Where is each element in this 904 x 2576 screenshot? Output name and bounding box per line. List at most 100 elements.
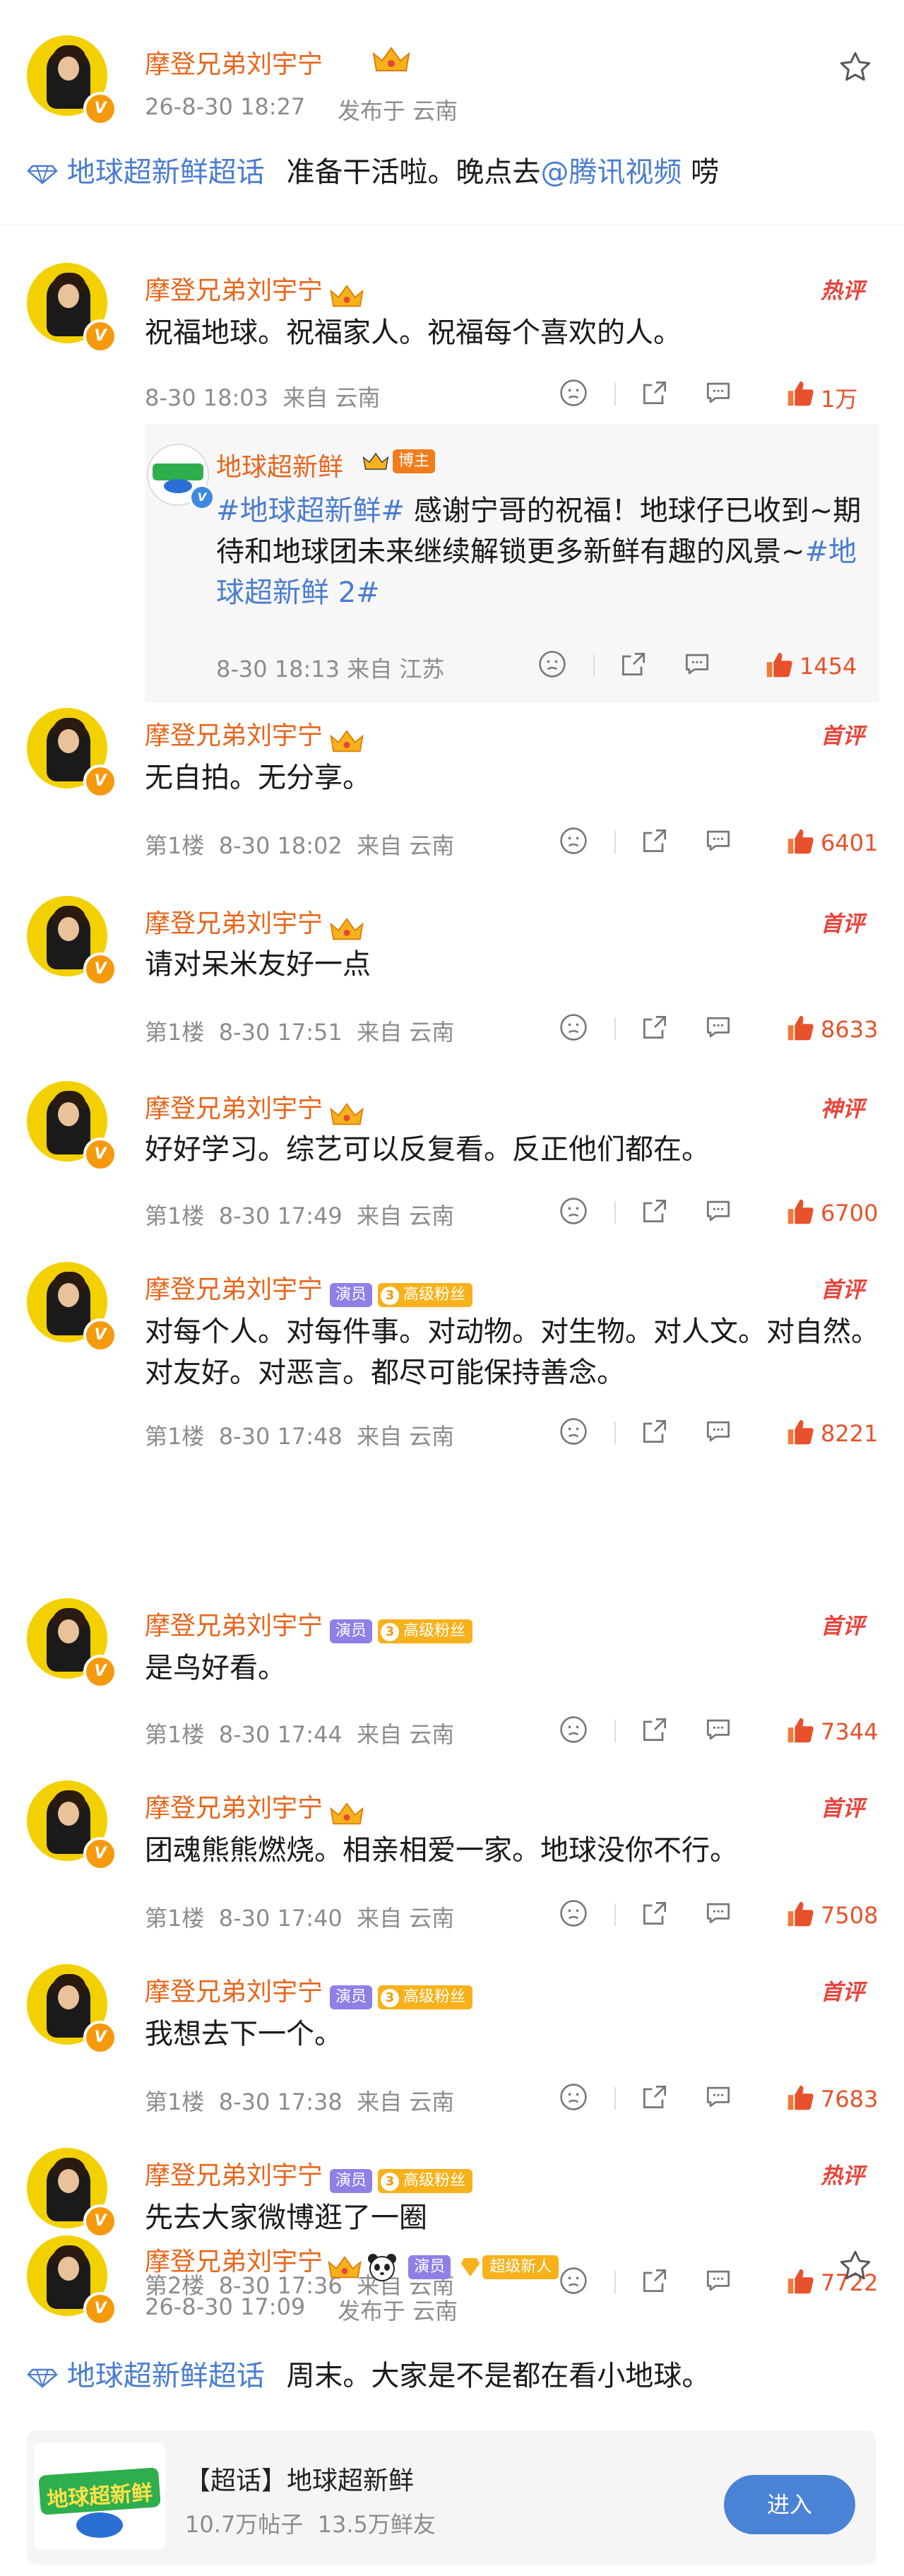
like-count: 8221 — [821, 1420, 879, 1447]
share-icon[interactable] — [639, 2265, 670, 2299]
reply-comment-icon[interactable] — [703, 1714, 734, 1748]
like-icon[interactable] — [784, 377, 816, 413]
commenter-name[interactable]: 摩登兄弟刘宇宁 — [145, 2161, 323, 2190]
comment-badge: 首评 — [821, 911, 864, 937]
share-icon[interactable] — [639, 1714, 670, 1748]
enter-button[interactable]: 进入 — [724, 2475, 855, 2534]
star-favorite-icon[interactable] — [838, 2248, 873, 2283]
like-icon[interactable] — [784, 1714, 816, 1749]
like-icon[interactable] — [784, 825, 816, 861]
verified-badge-icon: V — [83, 2292, 117, 2326]
supertopic-link[interactable]: 地球超新鲜超话 — [67, 2360, 265, 2392]
commenter-name[interactable]: 摩登兄弟刘宇宁 — [145, 1612, 323, 1641]
reply-comment-icon[interactable] — [682, 649, 713, 683]
share-icon[interactable] — [639, 1416, 670, 1450]
action-separator — [614, 1422, 616, 1444]
comment-text: 好好学习。综艺可以反复看。反正他们都在。 — [145, 1133, 710, 1166]
action-separator — [614, 2087, 616, 2110]
dislike-icon[interactable] — [558, 377, 589, 411]
like-count: 8633 — [821, 1016, 879, 1043]
commenter-name[interactable]: 摩登兄弟刘宇宁 — [145, 1978, 323, 2007]
supertopic-link[interactable]: 地球超新鲜超话 — [67, 156, 265, 189]
crown-icon — [330, 729, 364, 752]
commenter-name[interactable]: 摩登兄弟刘宇宁 — [145, 1094, 323, 1123]
share-icon[interactable] — [639, 825, 670, 859]
mention-link[interactable]: @腾讯视频 — [540, 156, 682, 189]
commenter-header: 摩登兄弟刘宇宁 演员 3 高级粉丝 — [145, 1971, 473, 2009]
fan-level-chip: 3 高级粉丝 — [378, 1619, 473, 1643]
share-icon[interactable] — [639, 377, 670, 411]
dislike-icon[interactable] — [558, 1416, 589, 1450]
reply-meta: 8-30 18:13 来自 江苏 — [216, 656, 445, 683]
reply-comment-icon[interactable] — [703, 1012, 734, 1046]
crown-icon — [330, 917, 364, 940]
like-count: 6700 — [821, 1200, 879, 1227]
post-body: 地球超新鲜超话 周末。大家是不是都在看小地球。 — [27, 2356, 881, 2397]
fan-level-label: 高级粉丝 — [403, 1285, 466, 1304]
commenter-name[interactable]: 摩登兄弟刘宇宁 — [145, 1794, 323, 1823]
dislike-icon[interactable] — [558, 2265, 589, 2299]
host-name[interactable]: 地球超新鲜 — [216, 447, 343, 483]
like-icon[interactable] — [784, 1898, 816, 1933]
fan-level-number: 3 — [381, 1286, 400, 1305]
reply-comment-icon[interactable] — [703, 2265, 734, 2299]
comment-meta: 第1楼 8-30 17:48 来自 云南 — [145, 1423, 455, 1450]
like-icon[interactable] — [784, 2081, 816, 2117]
action-separator — [614, 2271, 616, 2293]
like-icon[interactable] — [763, 649, 795, 684]
comment-text: 我想去下一个。 — [145, 2018, 343, 2050]
share-icon[interactable] — [639, 2081, 670, 2115]
dislike-icon[interactable] — [537, 649, 568, 683]
verified-badge-icon: V — [83, 1837, 117, 1871]
fan-level-chip: 3 高级粉丝 — [378, 1282, 473, 1307]
like-icon[interactable] — [784, 2265, 816, 2300]
author-name[interactable]: 摩登兄弟刘宇宁 — [145, 2247, 323, 2276]
dislike-icon[interactable] — [558, 1898, 589, 1932]
reply-comment-icon[interactable] — [703, 1195, 734, 1229]
action-separator — [614, 1201, 616, 1224]
commenter-name[interactable]: 摩登兄弟刘宇宁 — [145, 276, 323, 305]
post-location: 发布于 云南 — [338, 2298, 458, 2324]
crown-icon — [372, 47, 410, 71]
reply-comment-icon[interactable] — [703, 1898, 734, 1932]
commenter-header: 摩登兄弟刘宇宁 — [145, 1788, 365, 1826]
like-count: 7344 — [821, 1718, 879, 1745]
comment-badge: 首评 — [821, 723, 864, 749]
dislike-icon[interactable] — [558, 825, 589, 859]
like-icon[interactable] — [784, 1012, 816, 1047]
reply-comment-icon[interactable] — [703, 2081, 734, 2115]
share-icon[interactable] — [639, 1012, 670, 1046]
comment-text: 祝福地球。祝福家人。祝福每个喜欢的人。 — [145, 317, 682, 349]
fan-level-number: 3 — [381, 2172, 400, 2191]
actor-chip: 演员 — [408, 2255, 451, 2279]
reply-body: #地球超新鲜# 感谢宁哥的祝福！地球仔已收到~期待和地球团未来继续解锁更多新鲜有… — [216, 490, 873, 613]
commenter-name[interactable]: 摩登兄弟刘宇宁 — [145, 721, 323, 750]
author-name[interactable]: 摩登兄弟刘宇宁 — [145, 44, 323, 81]
verified-badge-icon: V — [83, 92, 117, 126]
host-verified-icon: V — [189, 485, 215, 510]
like-icon[interactable] — [784, 1416, 816, 1451]
reply-tag-1[interactable]: #地球超新鲜# — [216, 495, 405, 527]
share-icon[interactable] — [618, 649, 649, 683]
share-icon[interactable] — [639, 1195, 670, 1229]
action-separator — [614, 1017, 616, 1040]
dislike-icon[interactable] — [558, 1714, 589, 1748]
reply-comment-icon[interactable] — [703, 825, 734, 859]
dislike-icon[interactable] — [558, 2081, 589, 2115]
reply-comment-icon[interactable] — [703, 377, 734, 411]
comment-text: 对每个人。对每件事。对动物。对生物。对人文。对自然。对友好。对恶言。都尽可能保持… — [145, 1316, 879, 1389]
star-favorite-icon[interactable] — [838, 49, 873, 85]
post-body: 地球超新鲜超话 准备干活啦。晚点去@腾讯视频 唠 — [27, 152, 881, 193]
reply-comment-icon[interactable] — [703, 1416, 734, 1450]
host-label: 博主 — [393, 449, 436, 473]
comment-badge: 热评 — [821, 2163, 864, 2189]
commenter-name[interactable]: 摩登兄弟刘宇宁 — [145, 909, 323, 938]
dislike-icon[interactable] — [558, 1012, 589, 1046]
share-icon[interactable] — [639, 1898, 670, 1932]
crown-icon — [328, 2255, 362, 2278]
dislike-icon[interactable] — [558, 1195, 589, 1229]
comment-meta: 第1楼 8-30 17:44 来自 云南 — [145, 1721, 455, 1748]
like-icon[interactable] — [784, 1195, 816, 1231]
commenter-name[interactable]: 摩登兄弟刘宇宁 — [145, 1275, 323, 1304]
supertopic-logo: 地球超新鲜 — [34, 2443, 165, 2549]
